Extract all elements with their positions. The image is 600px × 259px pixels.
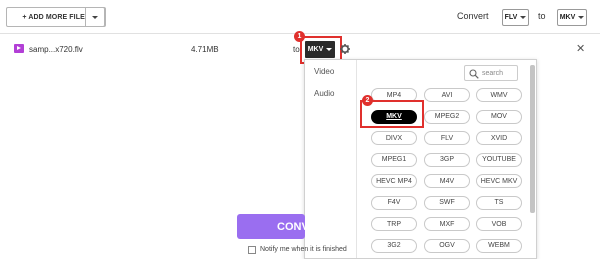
scrollbar[interactable] [530,65,535,213]
add-files-dropdown-button[interactable] [85,7,105,27]
format-option[interactable]: HEVC MP4 [371,174,417,188]
file-name: samp...x720.flv [29,45,83,54]
format-option[interactable]: WMV [476,88,522,102]
format-option[interactable]: 3G2 [371,238,417,253]
format-option[interactable]: TS [476,195,522,210]
to-label: to [538,11,546,21]
chevron-down-icon [92,15,98,19]
format-option[interactable]: MPEG1 [371,152,417,167]
format-option[interactable]: WEBM [476,238,522,253]
format-option[interactable]: M4V [424,174,470,188]
format-option[interactable]: 3GP [424,152,470,167]
row-to-label: to [293,45,300,54]
tab-audio[interactable]: Audio [314,89,334,98]
step-badge-2: 2 [362,95,373,106]
format-option[interactable]: SWF [424,195,470,210]
step-badge-1: 1 [294,31,305,42]
format-option[interactable]: F4V [371,195,417,210]
format-option[interactable]: XVID [476,131,522,145]
format-option[interactable]: HEVC MKV [476,174,522,188]
source-format-value: FLV [504,14,518,21]
chevron-down-icon [578,16,585,19]
video-file-icon [14,44,24,53]
format-option[interactable]: FLV [424,131,470,145]
format-option[interactable]: DIVX [371,131,417,145]
search-icon [469,69,479,79]
file-size: 4.71MB [191,45,219,54]
source-format-select[interactable]: FLV [502,9,529,26]
convert-label: Convert [457,11,489,21]
convert-button[interactable]: CONV [237,214,305,239]
format-option[interactable]: OGV [424,238,470,253]
search-placeholder: search [482,70,504,77]
format-search-input[interactable]: search [464,65,518,81]
notify-label: Notify me when it is finished [260,246,347,253]
top-toolbar: + ADD MORE FILES Convert FLV to MKV [0,0,600,34]
format-option[interactable]: YOUTUBE [476,152,522,167]
gear-icon[interactable] [340,44,350,54]
close-icon[interactable]: ✕ [576,44,585,55]
chevron-down-icon [520,16,527,19]
target-format-value: MKV [559,14,576,21]
format-category-sidebar: Video Audio [305,60,357,258]
format-option[interactable]: MPEG2 [424,109,470,124]
format-option[interactable]: MXF [424,217,470,231]
format-option[interactable]: VOB [476,217,522,231]
format-option[interactable]: MOV [476,109,522,124]
format-dropdown-panel: Video Audio search MP4 AVI WMV MKV MPEG2 MOV D… [304,59,537,259]
target-format-select[interactable]: MKV [557,9,587,26]
notify-checkbox[interactable] [248,246,256,254]
tab-video[interactable]: Video [314,67,334,76]
format-option[interactable]: AVI [424,88,470,102]
format-option[interactable]: TRP [371,217,417,231]
